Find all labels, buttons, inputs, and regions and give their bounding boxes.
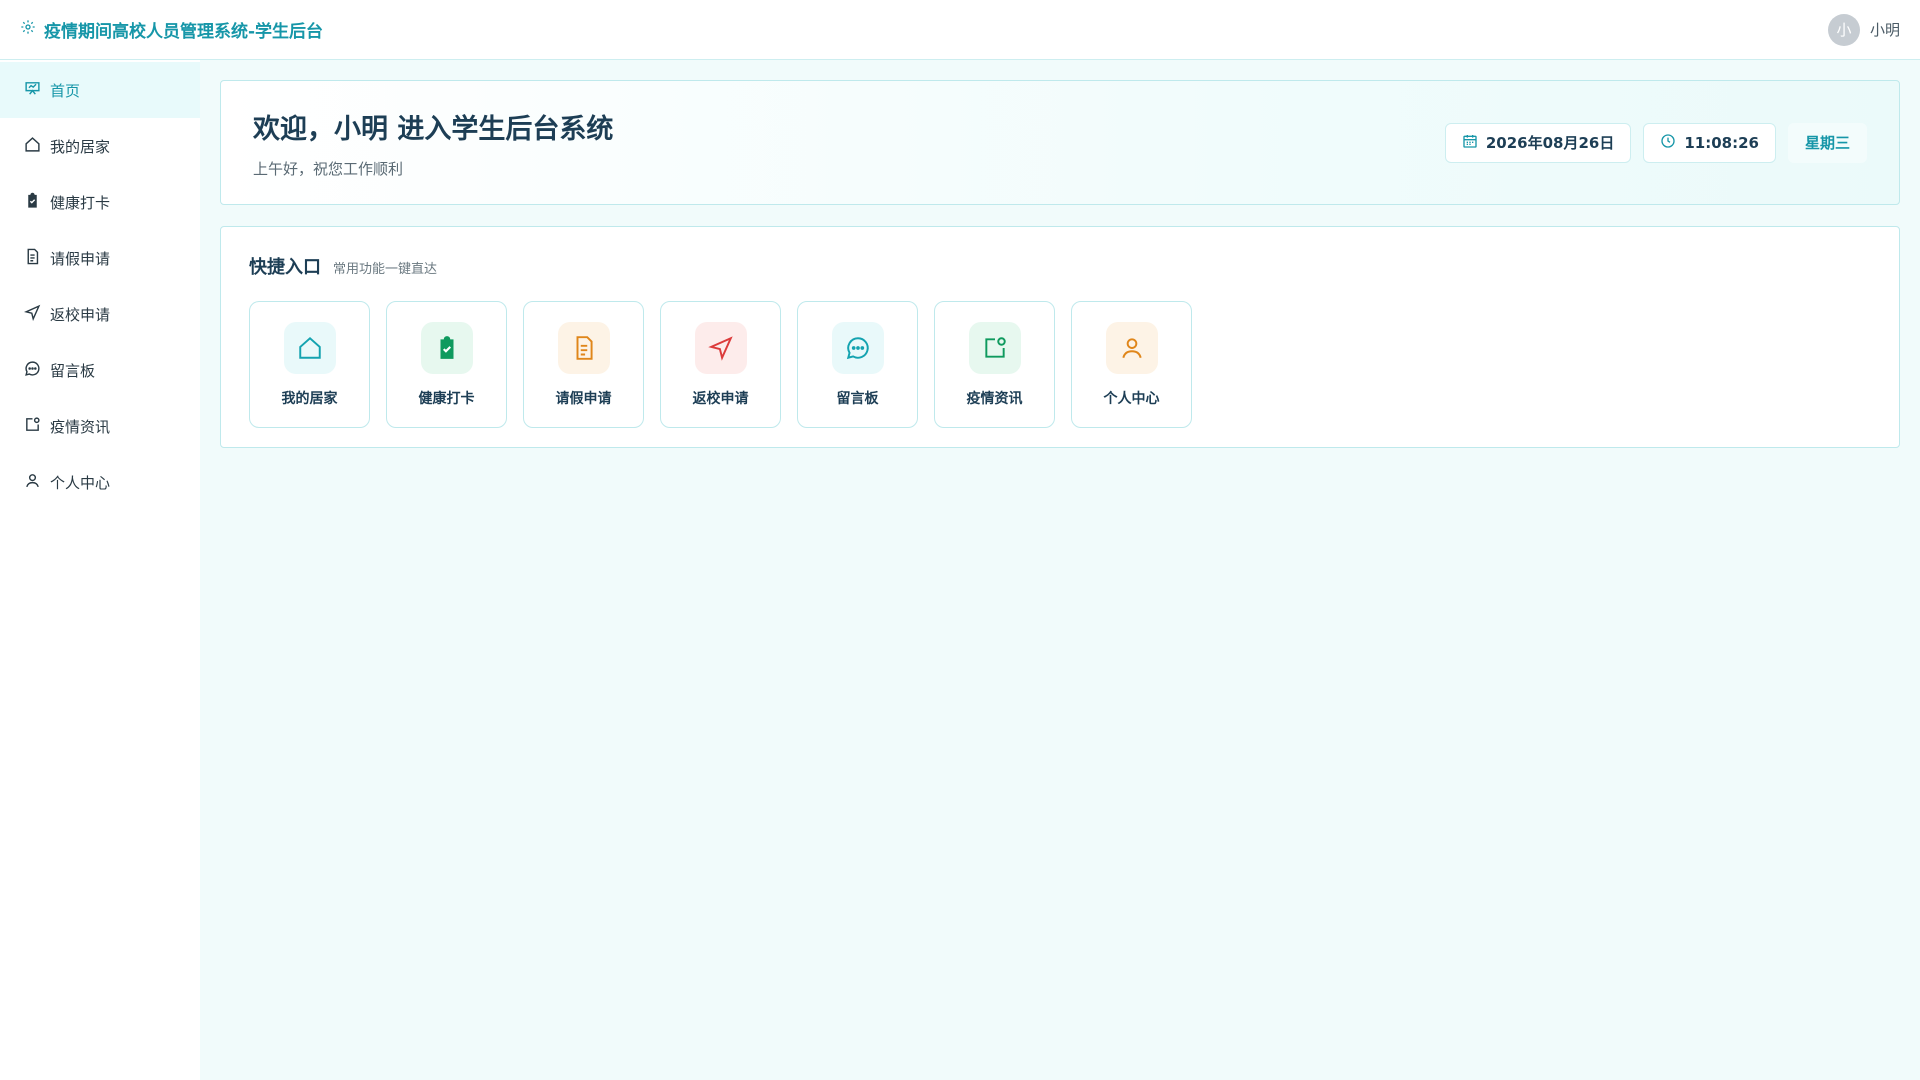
quick-card-health-checkin[interactable]: 健康打卡	[386, 301, 507, 428]
send-icon	[23, 304, 41, 325]
sidebar-item-my-home[interactable]: 我的居家	[0, 118, 200, 174]
quick-card-leave-request[interactable]: 请假申请	[523, 301, 644, 428]
chat-icon	[831, 322, 884, 374]
document-icon	[557, 322, 610, 374]
sidebar-item-label: 疫情资讯	[50, 417, 111, 436]
sidebar-item-label: 请假申请	[50, 249, 111, 268]
document-icon	[24, 248, 41, 269]
sidebar-item-leave-request[interactable]: 请假申请	[0, 230, 200, 286]
news-icon	[24, 416, 41, 437]
user-name[interactable]: 小明	[1870, 19, 1900, 40]
dashboard-icon	[24, 80, 41, 101]
main-content: 欢迎，小明 进入学生后台系统 上午好，祝您工作顺利 2026年08月26日 11…	[220, 80, 1900, 448]
welcome-subtitle: 上午好，祝您工作顺利	[253, 159, 404, 178]
quick-access-subtitle: 常用功能一键直达	[333, 262, 438, 277]
quick-card-label: 健康打卡	[418, 391, 475, 407]
brand[interactable]: 疫情期间高校人员管理系统-学生后台	[20, 17, 323, 42]
gear-icon	[20, 19, 36, 40]
quick-card-label: 我的居家	[281, 391, 338, 407]
sidebar-item-label: 返校申请	[50, 305, 111, 324]
sidebar: 首页 我的居家 健康打卡 请假申请 返校申请 留言板 疫情资讯 个人中心	[0, 60, 200, 1080]
sidebar-item-message-board[interactable]: 留言板	[0, 342, 200, 398]
chat-icon	[24, 360, 41, 381]
sidebar-item-label: 我的居家	[50, 137, 111, 156]
send-icon	[694, 322, 747, 374]
clipboard-check-icon	[420, 322, 473, 374]
home-icon	[24, 136, 41, 157]
top-header: 疫情期间高校人员管理系统-学生后台 小 小明	[0, 0, 1920, 60]
quick-card-label: 疫情资讯	[966, 391, 1023, 407]
sidebar-item-label: 留言板	[50, 361, 96, 380]
sidebar-item-epidemic-news[interactable]: 疫情资讯	[0, 398, 200, 454]
time-text: 11:08:26	[1684, 133, 1759, 152]
user-icon	[1105, 322, 1158, 374]
sidebar-item-health-checkin[interactable]: 健康打卡	[0, 174, 200, 230]
home-icon	[283, 322, 336, 374]
welcome-panel: 欢迎，小明 进入学生后台系统 上午好，祝您工作顺利 2026年08月26日 11…	[220, 80, 1900, 205]
date-text: 2026年08月26日	[1485, 134, 1615, 152]
calendar-icon	[1462, 133, 1478, 153]
quick-access-panel: 快捷入口 常用功能一键直达 我的居家 健康打卡 请假申请 返校申请 留言板 疫情…	[220, 226, 1900, 448]
quick-card-message-board[interactable]: 留言板	[797, 301, 918, 428]
quick-card-label: 请假申请	[555, 391, 612, 407]
clipboard-check-icon	[24, 192, 41, 213]
quick-card-return-request[interactable]: 返校申请	[660, 301, 781, 428]
time-badge: 11:08:26	[1643, 122, 1776, 163]
sidebar-item-profile[interactable]: 个人中心	[0, 454, 200, 510]
welcome-title: 欢迎，小明 进入学生后台系统	[253, 113, 614, 145]
quick-card-label: 返校申请	[692, 391, 749, 407]
user-menu[interactable]: 小 小明	[1827, 13, 1900, 46]
sidebar-item-label: 健康打卡	[50, 193, 111, 212]
quick-card-label: 留言板	[836, 391, 879, 407]
sidebar-item-return-request[interactable]: 返校申请	[0, 286, 200, 342]
quick-card-epidemic-news[interactable]: 疫情资讯	[934, 301, 1055, 428]
app-title: 疫情期间高校人员管理系统-学生后台	[44, 22, 324, 42]
sidebar-item-label: 首页	[50, 81, 81, 100]
quick-card-label: 个人中心	[1103, 391, 1160, 407]
weekday-badge: 星期三	[1787, 122, 1867, 163]
news-icon	[968, 322, 1021, 374]
date-badge: 2026年08月26日	[1444, 122, 1632, 163]
avatar[interactable]: 小	[1827, 13, 1860, 46]
quick-access-title: 快捷入口	[249, 257, 321, 278]
sidebar-item-home[interactable]: 首页	[0, 62, 200, 118]
clock-icon	[1660, 133, 1676, 153]
quick-card-my-home[interactable]: 我的居家	[249, 301, 370, 428]
user-icon	[24, 472, 41, 493]
weekday-text: 星期三	[1804, 134, 1850, 152]
quick-card-profile[interactable]: 个人中心	[1071, 301, 1192, 428]
sidebar-item-label: 个人中心	[50, 473, 111, 492]
